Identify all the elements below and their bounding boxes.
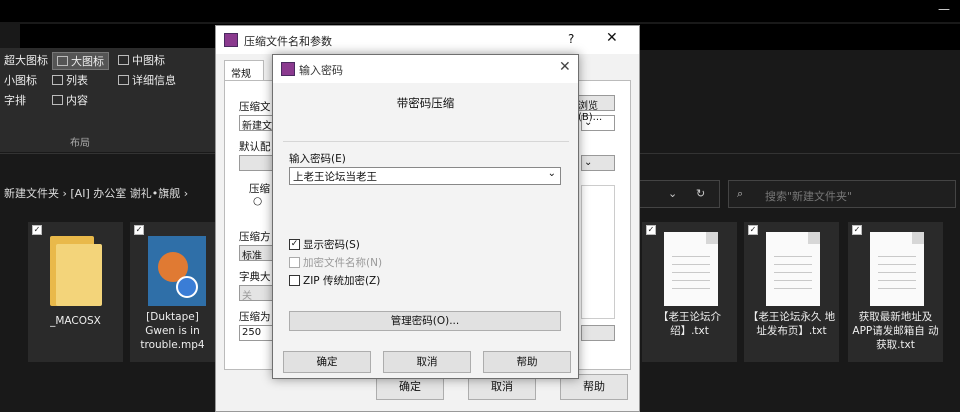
content-icon: [52, 95, 63, 105]
password-input[interactable]: 上老王论坛当老王 ⌄: [289, 167, 561, 185]
checkbox-icon: [289, 257, 300, 268]
label: 超大图标: [4, 54, 48, 67]
label: 中图标: [132, 54, 165, 67]
label: 小图标: [4, 74, 37, 87]
close-icon[interactable]: ✕: [559, 59, 571, 75]
view-extra-large-icons[interactable]: 超大图标: [4, 52, 48, 68]
zip-legacy-label: ZIP 传统加密(Z): [303, 275, 381, 287]
file-tile[interactable]: ✓ [Duktape] Gwen is in trouble.mp4: [130, 222, 215, 362]
method-label: 压缩方: [239, 231, 271, 243]
dialog-title: 压缩文件名和参数: [244, 35, 332, 48]
file-name: 【老王论坛介 绍】.txt: [658, 311, 721, 337]
folder-icon: [50, 236, 104, 306]
search-icon: ⌕: [737, 187, 744, 200]
options-button[interactable]: [581, 325, 615, 341]
checkbox[interactable]: ✓: [646, 225, 656, 235]
password-value: 上老王论坛当老王: [293, 171, 377, 183]
default-profile-label: 默认配: [239, 141, 271, 153]
details-icon: [118, 75, 129, 85]
winrar-logo-icon: [281, 62, 295, 76]
dialog-title-bar: 输入密码 ✕: [273, 55, 578, 83]
view-details[interactable]: 详细信息: [118, 72, 176, 88]
dictionary-label: 字典大: [239, 271, 271, 283]
label: 详细信息: [132, 74, 176, 87]
label: 内容: [66, 94, 88, 107]
encrypt-filenames-label: 加密文件名称(N): [303, 257, 383, 269]
view-content[interactable]: 内容: [52, 92, 88, 108]
cancel-button[interactable]: 取消: [383, 351, 471, 373]
window-title-bar: —: [0, 0, 960, 50]
help-icon[interactable]: ?: [568, 32, 574, 46]
address-bar-controls: ⌄ ↻: [628, 180, 720, 208]
minimize-button[interactable]: —: [938, 2, 950, 16]
file-tile[interactable]: ✓ 【老王论坛永久 地址发布页】.txt: [744, 222, 839, 362]
breadcrumb[interactable]: 新建文件夹 › [AI] 办公室 谢礼•旗舰 ›: [4, 185, 188, 201]
format-radio[interactable]: ○: [253, 195, 262, 207]
chevron-down-icon[interactable]: ⌄: [668, 187, 677, 200]
checkbox[interactable]: ✓: [748, 225, 758, 235]
dialog-heading: 带密码压缩: [396, 96, 455, 110]
ribbon-layout-panel: 超大图标 大图标 中图标 小图标 列表 详细信息 字排 内容 布局: [0, 48, 215, 152]
split-label: 压缩为: [239, 311, 271, 323]
view-large-icons[interactable]: 大图标: [52, 52, 109, 70]
search-box[interactable]: ⌕ 搜索"新建文件夹": [728, 180, 956, 208]
list-icon: [52, 75, 63, 85]
checkbox-icon: [289, 275, 300, 286]
search-placeholder: 搜索"新建文件夹": [765, 190, 853, 203]
view-small-icons[interactable]: 小图标: [4, 72, 37, 88]
options-group: [581, 185, 615, 319]
zip-legacy-encryption-checkbox[interactable]: ZIP 传统加密(Z): [289, 273, 380, 288]
checkbox-checked-icon: ✓: [289, 239, 300, 250]
checkbox[interactable]: ✓: [852, 225, 862, 235]
view-list[interactable]: 列表: [52, 72, 88, 88]
show-password-checkbox[interactable]: ✓ 显示密码(S): [289, 237, 360, 252]
file-tile[interactable]: ✓ 获取最新地址及 APP请发邮箱自 动获取.txt: [848, 222, 943, 362]
chevron-down-icon[interactable]: ⌄: [548, 168, 556, 179]
file-name: _MACOSX: [50, 315, 101, 327]
text-file-icon: [870, 232, 924, 306]
file-tile[interactable]: ✓ 【老王论坛介 绍】.txt: [642, 222, 737, 362]
view-medium-icons[interactable]: 中图标: [118, 52, 165, 68]
ok-button[interactable]: 确定: [283, 351, 371, 373]
label: 字排: [4, 94, 26, 107]
file-tile[interactable]: ✓ _MACOSX: [28, 222, 123, 362]
show-password-label: 显示密码(S): [303, 239, 360, 251]
archive-format-label: 压缩: [249, 183, 270, 195]
checkbox[interactable]: ✓: [134, 225, 144, 235]
file-name: 【老王论坛永久 地址发布页】.txt: [747, 311, 836, 337]
dialog-title-bar: 压缩文件名和参数 ? ✕: [216, 26, 639, 54]
checkbox[interactable]: ✓: [32, 225, 42, 235]
text-file-icon: [664, 232, 718, 306]
refresh-icon[interactable]: ↻: [696, 187, 705, 200]
dialog-title: 输入密码: [299, 64, 343, 77]
winrar-logo-icon: [224, 33, 238, 47]
enter-password-dialog: 输入密码 ✕ 带密码压缩 输入密码(E) 上老王论坛当老王 ⌄ ✓ 显示密码(S…: [272, 54, 579, 379]
medium-icons-icon: [118, 55, 129, 65]
ribbon-group-label: 布局: [70, 138, 90, 149]
profile-dropdown[interactable]: ⌄: [581, 155, 615, 171]
archive-name-label: 压缩文: [239, 101, 271, 113]
password-label: 输入密码(E): [289, 153, 346, 165]
text-file-icon: [766, 232, 820, 306]
tab-general[interactable]: 常规: [224, 60, 264, 80]
file-name: [Duktape] Gwen is in trouble.mp4: [140, 311, 205, 351]
browse-button[interactable]: 浏览(B)...: [575, 95, 615, 123]
file-name: 获取最新地址及 APP请发邮箱自 动获取.txt: [852, 311, 939, 351]
manage-passwords-button[interactable]: 管理密码(O)...: [289, 311, 561, 331]
close-icon[interactable]: ✕: [606, 30, 618, 46]
label: 列表: [66, 74, 88, 87]
large-icons-icon: [57, 56, 68, 66]
label: 大图标: [71, 55, 104, 68]
help-button[interactable]: 帮助: [483, 351, 571, 373]
video-thumbnail-icon: [148, 236, 206, 306]
encrypt-filenames-checkbox[interactable]: 加密文件名称(N): [289, 255, 382, 270]
view-tiles[interactable]: 字排: [4, 92, 26, 108]
